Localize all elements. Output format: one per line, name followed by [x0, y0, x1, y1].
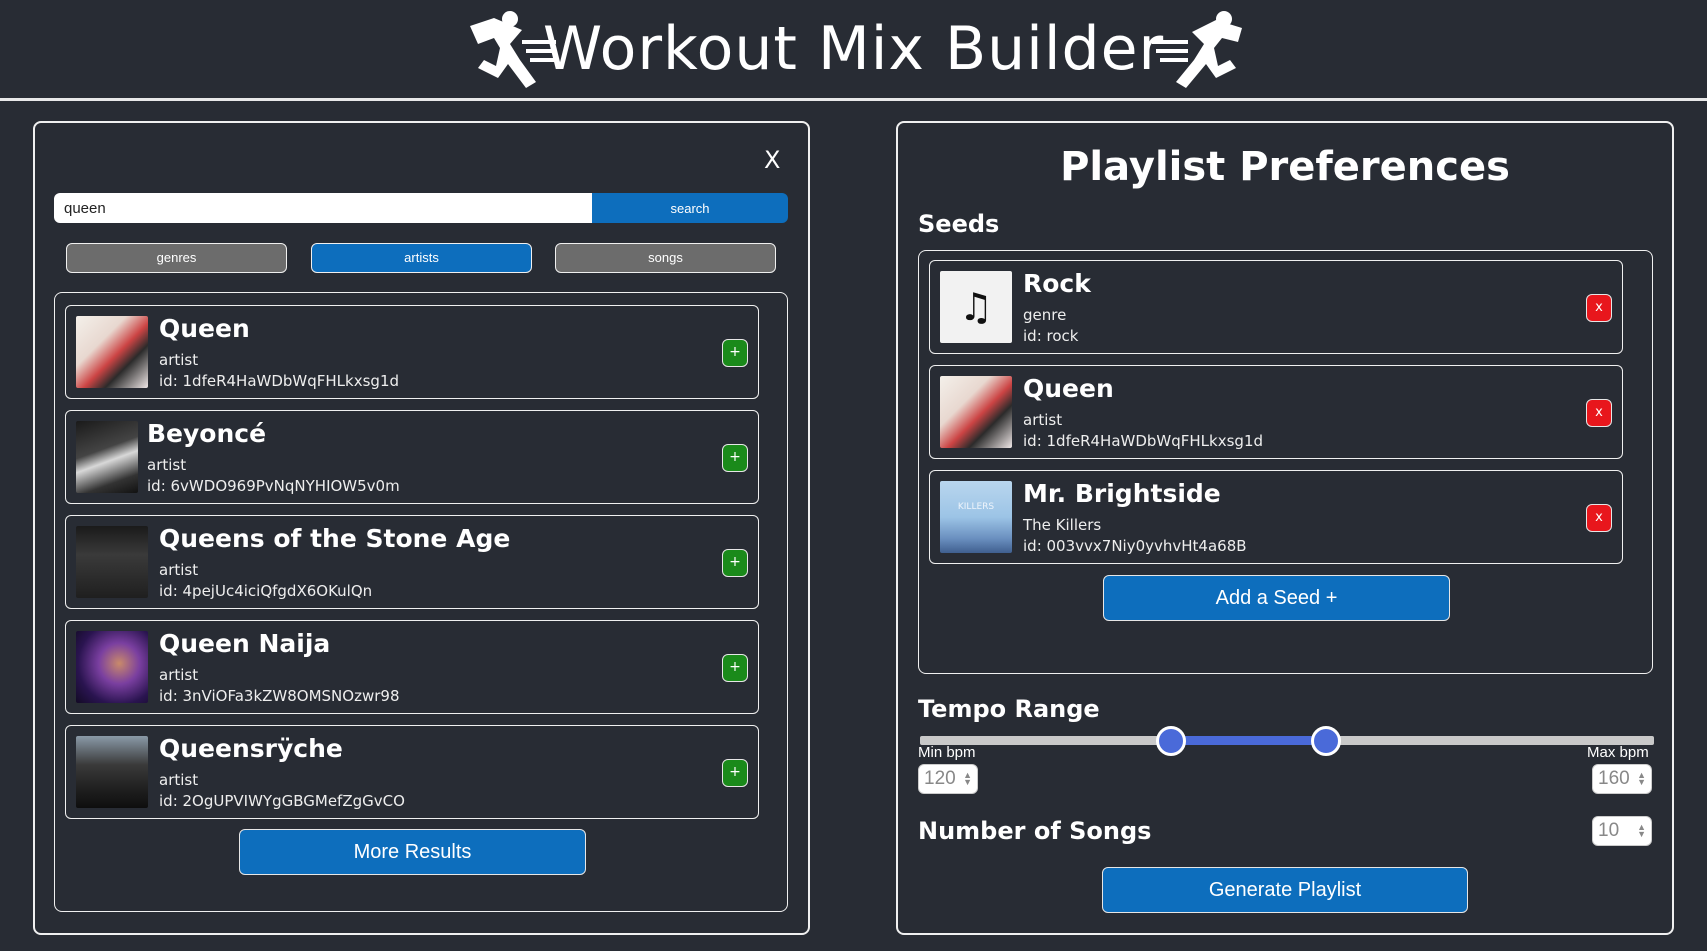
seed-id: id: rock — [1023, 327, 1079, 345]
spinner-icon[interactable]: ▲ ▼ — [1637, 823, 1646, 839]
result-id: id: 3nViOFa3kZW8OMSNOzwr98 — [159, 687, 400, 705]
result-type: artist — [147, 456, 187, 474]
max-bpm-value: 160 — [1598, 768, 1630, 789]
result-type: artist — [159, 666, 199, 684]
running-figure-icon — [1152, 11, 1242, 88]
artist-image — [940, 376, 1012, 448]
seed-id: id: 003vvx7Niy0yvhvHt4a68B — [1023, 537, 1247, 555]
result-type: artist — [159, 561, 199, 579]
spinner-icon[interactable]: ▲ ▼ — [963, 771, 972, 787]
min-bpm-input[interactable]: 120 ▲ ▼ — [918, 764, 978, 794]
result-name: Queens of the Stone Age — [159, 524, 511, 553]
seed-name: Mr. Brightside — [1023, 479, 1221, 508]
generate-playlist-button[interactable]: Generate Playlist — [1102, 867, 1468, 913]
add-seed-button[interactable]: + — [722, 759, 748, 787]
seed-name: Rock — [1023, 269, 1091, 298]
seed-type: artist — [1023, 411, 1063, 429]
music-note-icon: ♫ — [958, 285, 994, 329]
seed-type: genre — [1023, 306, 1067, 324]
song-count-input[interactable]: 10 ▲ ▼ — [1592, 816, 1652, 846]
song-count-value: 10 — [1598, 820, 1620, 841]
result-card: Beyoncé artist id: 6vWDO969PvNqNYHIOW5v0… — [65, 410, 759, 504]
seed-card: Queen artist id: 1dfeR4HaWDbWqFHLkxsg1d … — [929, 365, 1623, 459]
filter-songs-button[interactable]: songs — [555, 243, 776, 273]
header-divider — [0, 98, 1707, 101]
result-card: Queen artist id: 1dfeR4HaWDbWqFHLkxsg1d … — [65, 305, 759, 399]
result-card: Queensrÿche artist id: 2OgUPVIWYgGBGMefZ… — [65, 725, 759, 819]
min-bpm-value: 120 — [924, 768, 956, 789]
add-seed-button[interactable]: Add a Seed + — [1103, 575, 1450, 621]
search-button[interactable]: search — [592, 193, 788, 223]
remove-seed-button[interactable]: x — [1586, 294, 1612, 322]
remove-seed-button[interactable]: x — [1586, 399, 1612, 427]
result-name: Queen — [159, 314, 250, 343]
filter-artists-button[interactable]: artists — [311, 243, 532, 273]
tempo-heading: Tempo Range — [918, 695, 1100, 723]
app-title: Workout Mix Builder — [542, 14, 1165, 84]
add-seed-button[interactable]: + — [722, 549, 748, 577]
result-name: Beyoncé — [147, 419, 267, 448]
seed-type: The Killers — [1023, 516, 1102, 534]
album-art-text: KILLERS — [957, 502, 995, 512]
close-button[interactable]: X — [764, 148, 780, 172]
spinner-icon[interactable]: ▲ ▼ — [1637, 771, 1646, 787]
app-header: Workout Mix Builder — [0, 0, 1707, 98]
search-bar: search — [54, 193, 788, 223]
tempo-slider-range — [1170, 736, 1326, 745]
result-id: id: 1dfeR4HaWDbWqFHLkxsg1d — [159, 372, 400, 390]
max-bpm-input[interactable]: 160 ▲ ▼ — [1592, 764, 1652, 794]
filter-genres-button[interactable]: genres — [66, 243, 287, 273]
artist-image — [76, 526, 148, 598]
tempo-max-handle[interactable] — [1311, 726, 1341, 756]
more-results-button[interactable]: More Results — [239, 829, 586, 875]
seeds-heading: Seeds — [918, 210, 1000, 238]
artist-image — [76, 316, 148, 388]
result-id: id: 4pejUc4iciQfgdX6OKulQn — [159, 582, 373, 600]
result-id: id: 2OgUPVIWYgGBGMefZgGvCO — [159, 792, 405, 810]
seed-name: Queen — [1023, 374, 1114, 403]
result-type: artist — [159, 351, 199, 369]
result-id: id: 6vWDO969PvNqNYHIOW5v0m — [147, 477, 400, 495]
songs-heading: Number of Songs — [918, 817, 1152, 845]
result-name: Queen Naija — [159, 629, 331, 658]
result-card: Queens of the Stone Age artist id: 4pejU… — [65, 515, 759, 609]
artist-image — [76, 631, 148, 703]
album-image: KILLERS — [940, 481, 1012, 553]
seed-id: id: 1dfeR4HaWDbWqFHLkxsg1d — [1023, 432, 1264, 450]
seed-card: ♫ Rock genre id: rock x — [929, 260, 1623, 354]
remove-seed-button[interactable]: x — [1586, 504, 1612, 532]
add-seed-button[interactable]: + — [722, 444, 748, 472]
artist-image — [76, 421, 138, 493]
add-seed-button[interactable]: + — [722, 654, 748, 682]
add-seed-button[interactable]: + — [722, 339, 748, 367]
search-input[interactable] — [54, 193, 592, 223]
max-bpm-label: Max bpm — [1587, 744, 1649, 761]
min-bpm-label: Min bpm — [918, 744, 976, 761]
genre-image: ♫ — [940, 271, 1012, 343]
result-card: Queen Naija artist id: 3nViOFa3kZW8OMSNO… — [65, 620, 759, 714]
result-type: artist — [159, 771, 199, 789]
seed-card: KILLERS Mr. Brightside The Killers id: 0… — [929, 470, 1623, 564]
artist-image — [76, 736, 148, 808]
result-name: Queensrÿche — [159, 734, 343, 763]
preferences-title: Playlist Preferences — [1060, 144, 1510, 190]
tempo-min-handle[interactable] — [1156, 726, 1186, 756]
